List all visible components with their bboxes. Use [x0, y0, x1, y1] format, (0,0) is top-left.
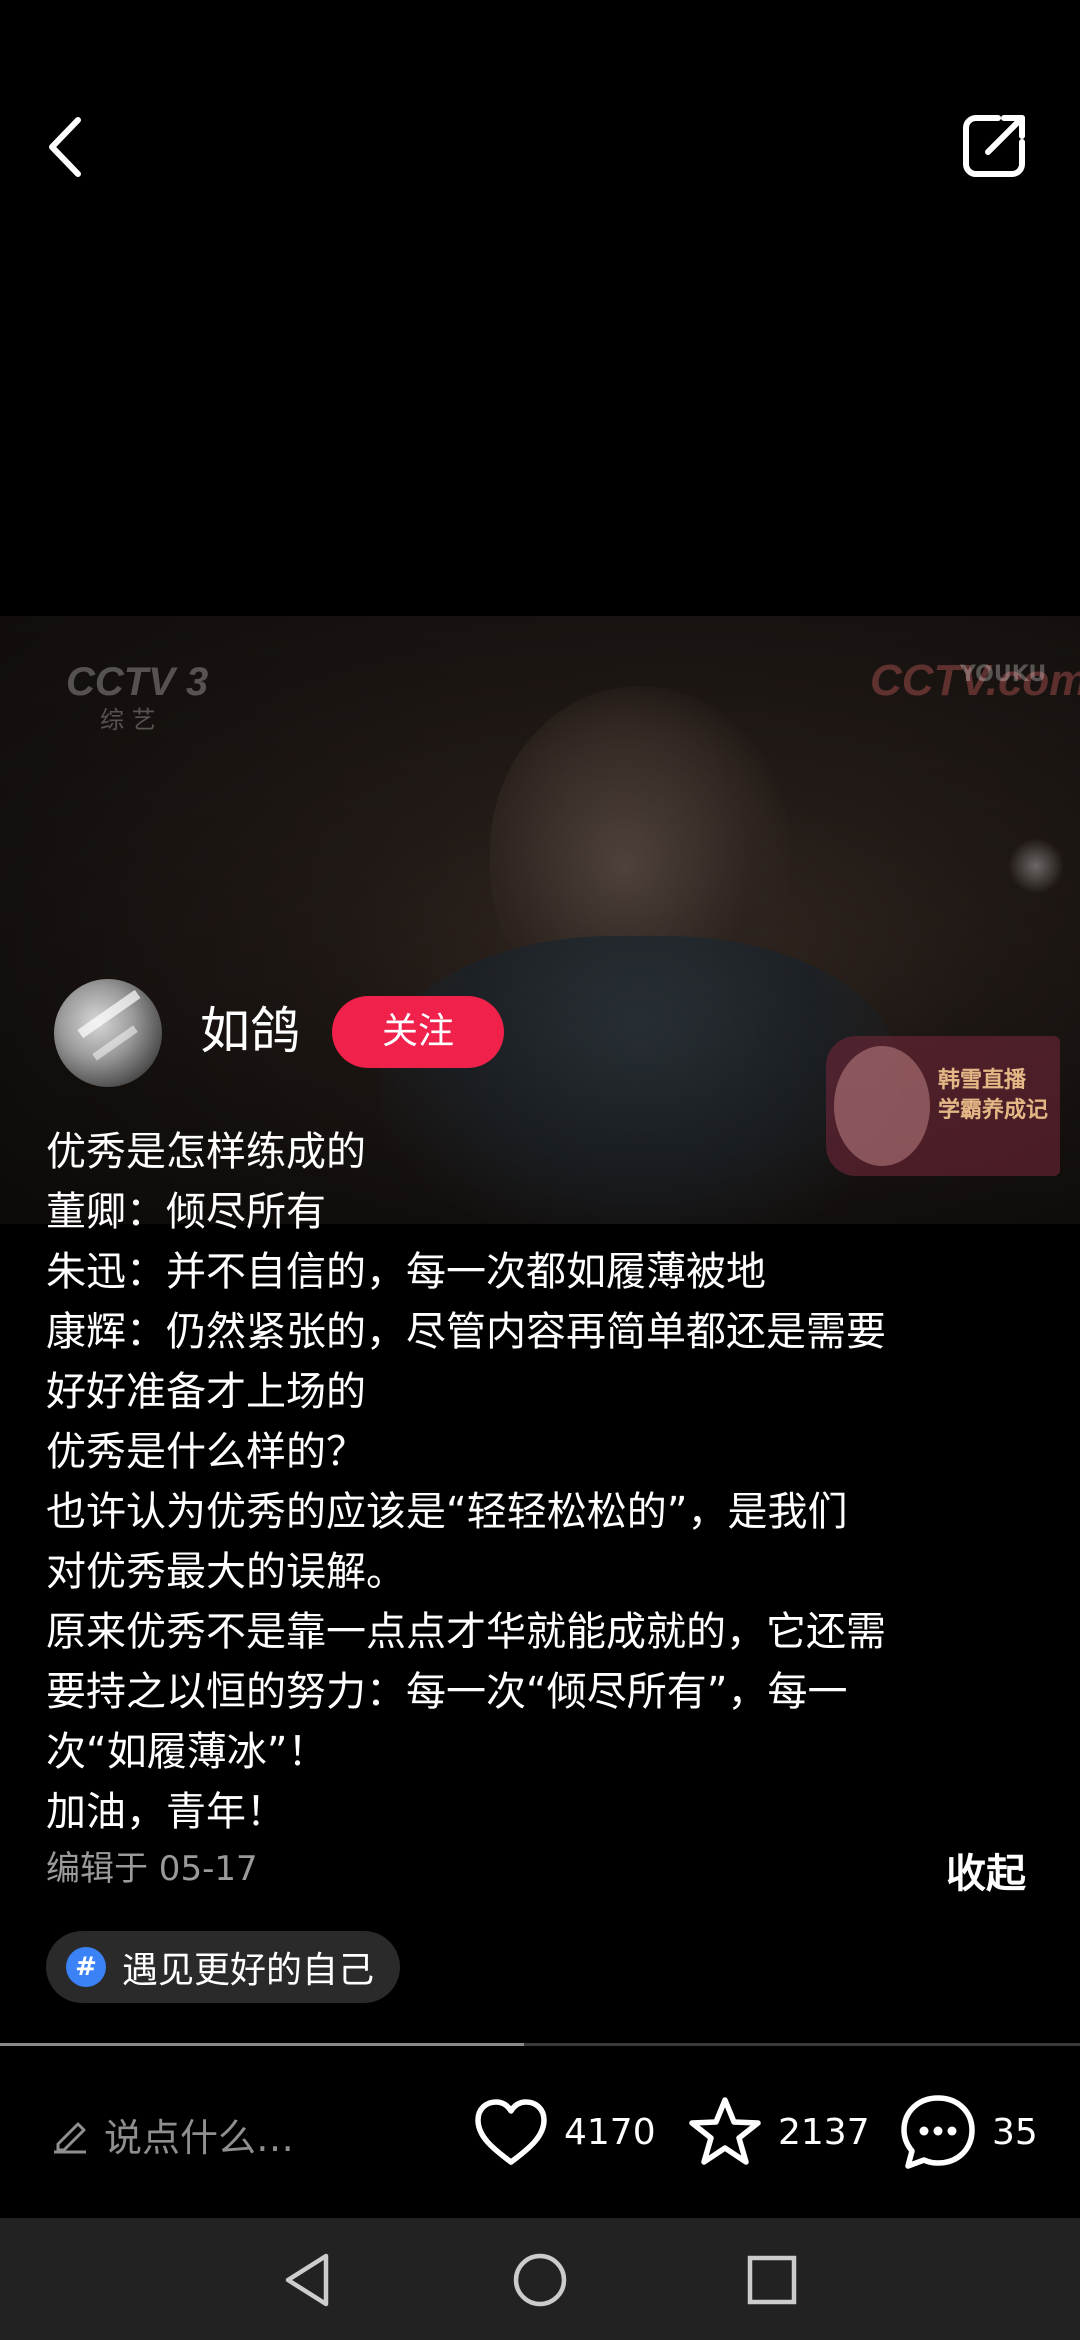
post-line: 也许认为优秀的应该是“轻轻松松的”，是我们	[46, 1489, 848, 1535]
back-button[interactable]	[40, 112, 100, 182]
overlay-ad-line1: 韩雪直播	[938, 1068, 1027, 1093]
like-count: 4170	[564, 2111, 656, 2153]
post-line: 优秀是什么样的？	[46, 1429, 366, 1475]
comment-input[interactable]: 说点什么…	[50, 2104, 294, 2164]
post-text: 优秀是怎样练成的 董卿：倾尽所有 朱迅：并不自信的，每一次都如履薄被地 康辉：仍…	[46, 1122, 1036, 1842]
pencil-icon	[54, 2122, 86, 2154]
star-icon	[689, 2097, 761, 2165]
hashtag-icon: #	[66, 1947, 106, 1987]
post-line: 优秀是怎样练成的	[46, 1129, 366, 1175]
like-button[interactable]: 4170	[472, 2088, 656, 2176]
comment-count: 35	[992, 2111, 1038, 2153]
site-watermark-badge: YOUKU	[960, 662, 1047, 687]
heart-icon	[475, 2099, 547, 2165]
post-line: 原来优秀不是靠一点点才华就能成就的，它还需	[46, 1609, 886, 1655]
video-progress-bar[interactable]	[0, 2043, 1080, 2046]
nav-recent-button[interactable]	[740, 2248, 804, 2312]
video-progress-fill	[0, 2043, 524, 2046]
post-line: 好好准备才上场的	[46, 1369, 366, 1415]
collapse-button[interactable]: 收起	[946, 1846, 1026, 1902]
triangle-back-icon	[285, 2253, 329, 2307]
post-line: 要持之以恒的努力：每一次“倾尽所有”，每一	[46, 1669, 848, 1715]
comment-button[interactable]: 35	[898, 2088, 1038, 2176]
chevron-left-icon	[49, 117, 81, 177]
author-name[interactable]: 如鸽	[200, 999, 300, 1063]
overlay-ad-text: 韩雪直播 学霸养成记	[938, 1066, 1048, 1126]
post-line: 对优秀最大的误解。	[46, 1549, 406, 1595]
channel-watermark: CCTV 3	[66, 660, 209, 704]
share-button[interactable]	[958, 108, 1032, 182]
post-line: 朱迅：并不自信的，每一次都如履薄被地	[46, 1249, 766, 1295]
post-line: 康辉：仍然紧张的，尽管内容再简单都还是需要	[46, 1309, 886, 1355]
nav-back-button[interactable]	[276, 2248, 340, 2312]
favorite-button[interactable]: 2137	[686, 2088, 870, 2176]
avatar-detail	[92, 1025, 138, 1061]
favorite-count: 2137	[778, 2111, 870, 2153]
nav-home-button[interactable]	[508, 2248, 572, 2312]
background-light	[1008, 838, 1064, 894]
edit-timestamp: 编辑于 05-17	[46, 1849, 258, 1889]
topic-label: 遇见更好的自己	[122, 1950, 375, 1991]
avatar[interactable]	[54, 979, 162, 1087]
chat-bubble-icon	[901, 2095, 975, 2169]
post-line: 董卿：倾尽所有	[46, 1189, 326, 1235]
post-line: 加油，青年！	[46, 1789, 286, 1835]
topic-tag[interactable]: # 遇见更好的自己	[46, 1931, 401, 2003]
channel-watermark-sub: 综 艺	[100, 706, 156, 734]
system-nav-bar	[0, 2218, 1080, 2340]
post-line: 次“如履薄冰”！	[46, 1729, 328, 1775]
share-external-icon	[963, 115, 1025, 177]
follow-button[interactable]: 关注	[332, 996, 504, 1068]
square-recent-icon	[747, 2255, 797, 2305]
comment-placeholder: 说点什么…	[104, 2115, 295, 2160]
circle-home-icon	[513, 2253, 567, 2307]
